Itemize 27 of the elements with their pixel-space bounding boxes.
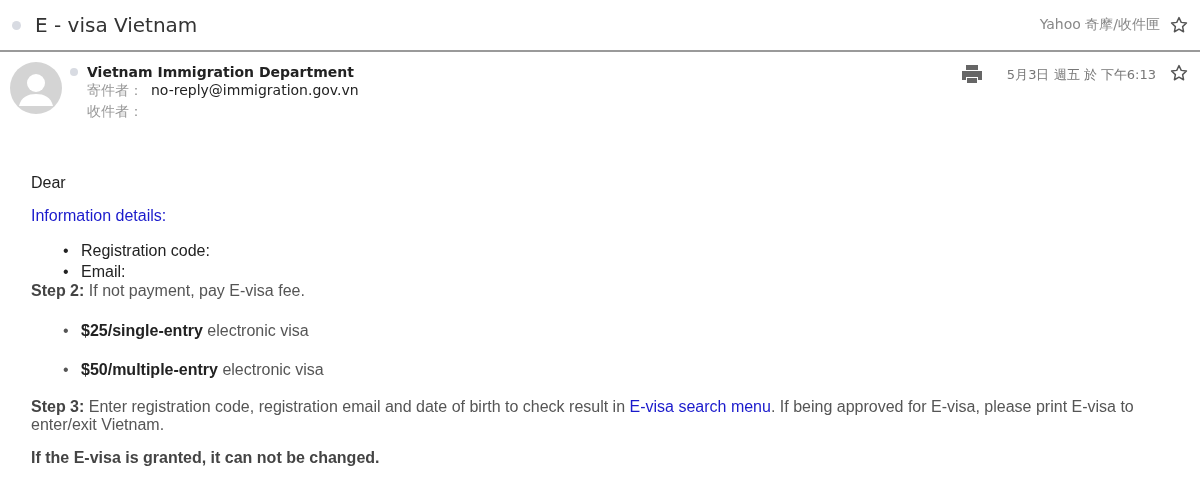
to-label: 收件者： xyxy=(87,103,143,119)
status-dot xyxy=(12,20,21,30)
email-subject: E - visa Vietnam xyxy=(35,13,199,37)
bullet: • xyxy=(63,321,70,341)
star-icon[interactable] xyxy=(1170,16,1188,34)
list-item: $50/multiple-entry electronic visa xyxy=(81,360,324,380)
list-item: Registration code: xyxy=(81,241,210,261)
step-text: Step 2: If not payment, pay E-visa fee. xyxy=(31,282,306,300)
section-heading: Information details: xyxy=(31,207,168,225)
list-item: $25/single-entry electronic visa xyxy=(81,321,309,341)
bullet: • xyxy=(63,360,70,380)
sender-address: no-reply@immigration.gov.vn xyxy=(151,82,359,98)
folder-label: Yahoo 奇摩/收件匣 xyxy=(1039,16,1160,34)
notice-text: If the E-visa is granted, it can not be changed. xyxy=(31,449,381,467)
search-menu-link[interactable]: E-visa search menu xyxy=(629,398,771,415)
from-label: 寄件者： xyxy=(87,82,143,98)
greeting-text: Dear xyxy=(31,174,67,192)
status-dot xyxy=(70,68,78,76)
star-icon[interactable] xyxy=(1170,64,1188,82)
avatar-icon xyxy=(10,62,62,114)
sender-name: Vietnam Immigration Department xyxy=(87,64,354,80)
message-date: 5月3日 週五 於 下午6:13 xyxy=(1006,66,1156,84)
bullet: • xyxy=(63,262,70,282)
list-item: Email: xyxy=(81,262,126,282)
bullet: • xyxy=(63,241,70,261)
print-icon[interactable] xyxy=(960,64,983,84)
step-text: Step 3: Enter registration code, registration email and date of birth to check result in E-visa search menu. If being approved for E-visa, please print E-visa to enter/exit Vietnam. xyxy=(31,398,1135,434)
